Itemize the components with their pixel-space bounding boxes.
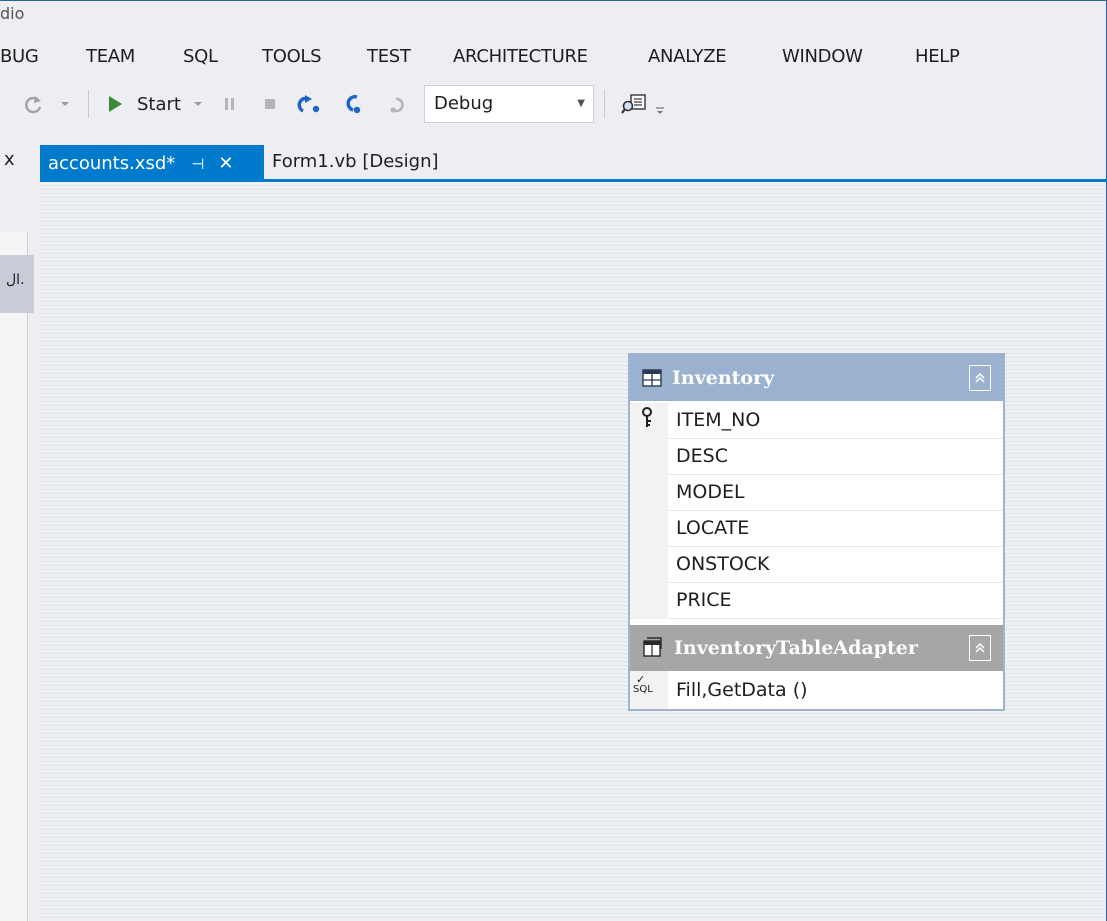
start-dropdown-icon[interactable] — [192, 96, 204, 112]
menu-debug[interactable]: BUG — [0, 46, 39, 67]
datatable-columns: ITEM_NO DESC MODEL LOCATE ONSTOCK PRICE — [630, 403, 1003, 619]
tab-accounts-xsd[interactable]: accounts.xsd* ⊣ ✕ — [40, 145, 264, 182]
step-into-icon[interactable] — [342, 92, 368, 116]
toolbar-separator — [88, 90, 89, 118]
left-tool-panel — [0, 232, 28, 921]
tab-strip-fragment[interactable]: x — [4, 149, 15, 170]
column-name: ITEM_NO — [676, 409, 761, 431]
query-row[interactable]: ✓ SQL Fill,GetData () — [630, 671, 1003, 709]
tab-label: accounts.xsd* — [48, 153, 176, 174]
tableadapter-icon — [642, 637, 664, 659]
tableadapter-header[interactable]: InventoryTableAdapter — [630, 625, 1003, 671]
menu-team[interactable]: TEAM — [86, 46, 135, 67]
column-name: PRICE — [676, 589, 732, 611]
column-row[interactable]: MODEL — [630, 475, 1003, 511]
start-play-icon[interactable] — [104, 94, 126, 114]
window-border-top — [0, 0, 1107, 1]
collapse-icon[interactable] — [969, 365, 991, 391]
sql-query-icon: ✓ SQL — [633, 673, 653, 695]
redo-icon[interactable] — [20, 92, 46, 116]
step-out-icon[interactable] — [384, 92, 408, 116]
datatable-name: Inventory — [672, 367, 775, 389]
row-gutter — [630, 511, 668, 547]
column-row[interactable]: DESC — [630, 439, 1003, 475]
menu-architecture[interactable]: ARCHITECTURE — [453, 46, 588, 67]
datatable-header[interactable]: Inventory — [630, 355, 1003, 401]
pin-icon[interactable]: ⊣ — [191, 155, 204, 173]
close-icon[interactable]: ✕ — [218, 153, 233, 174]
menu-test[interactable]: TEST — [367, 46, 411, 67]
solution-configuration-select[interactable]: Debug ▼ — [424, 85, 594, 123]
document-tab-bar: x accounts.xsd* ⊣ ✕ Form1.vb [Design] — [0, 145, 1107, 183]
menu-analyze[interactable]: ANALYZE — [648, 46, 727, 67]
step-over-icon[interactable] — [294, 92, 324, 116]
column-name: MODEL — [676, 481, 745, 503]
tableadapter-name: InventoryTableAdapter — [674, 637, 918, 659]
column-name: LOCATE — [676, 517, 750, 539]
tab-form1-design[interactable]: Form1.vb [Design] — [272, 145, 439, 179]
toolbar-separator — [604, 90, 605, 118]
standard-toolbar: Start Debug ▼ — [0, 84, 700, 124]
column-row[interactable]: PRICE — [630, 583, 1003, 619]
start-button[interactable]: Start — [137, 90, 181, 118]
datatable-inventory[interactable]: Inventory ITEM_NO DESC MODEL LOCATE ONST… — [628, 353, 1005, 711]
column-row[interactable]: ITEM_NO — [630, 403, 1003, 439]
menu-window[interactable]: WINDOW — [782, 46, 863, 67]
sql-icon-label: SQL — [633, 684, 653, 695]
stop-icon[interactable] — [262, 96, 278, 112]
menu-tools[interactable]: TOOLS — [262, 46, 322, 67]
window-title: dio — [0, 4, 25, 23]
left-panel-label: ال. — [6, 272, 25, 288]
collapse-icon[interactable] — [969, 635, 991, 661]
chevron-down-icon: ▼ — [577, 98, 585, 109]
find-in-files-icon[interactable] — [620, 90, 648, 118]
column-name: ONSTOCK — [676, 553, 770, 575]
menu-sql[interactable]: SQL — [183, 46, 218, 67]
row-gutter — [630, 583, 668, 619]
row-gutter — [630, 475, 668, 511]
toolbar-options-icon[interactable] — [654, 104, 666, 118]
row-gutter — [630, 547, 668, 583]
column-row[interactable]: ONSTOCK — [630, 547, 1003, 583]
row-gutter — [630, 439, 668, 475]
column-name: DESC — [676, 445, 728, 467]
datatable-icon — [642, 368, 662, 388]
solution-configuration-value: Debug — [434, 93, 494, 114]
column-row[interactable]: LOCATE — [630, 511, 1003, 547]
pause-icon[interactable] — [222, 94, 238, 114]
primary-key-icon — [640, 407, 654, 434]
redo-dropdown-icon[interactable] — [58, 96, 72, 112]
query-name: Fill,GetData () — [676, 679, 808, 701]
menu-help[interactable]: HELP — [915, 46, 960, 67]
